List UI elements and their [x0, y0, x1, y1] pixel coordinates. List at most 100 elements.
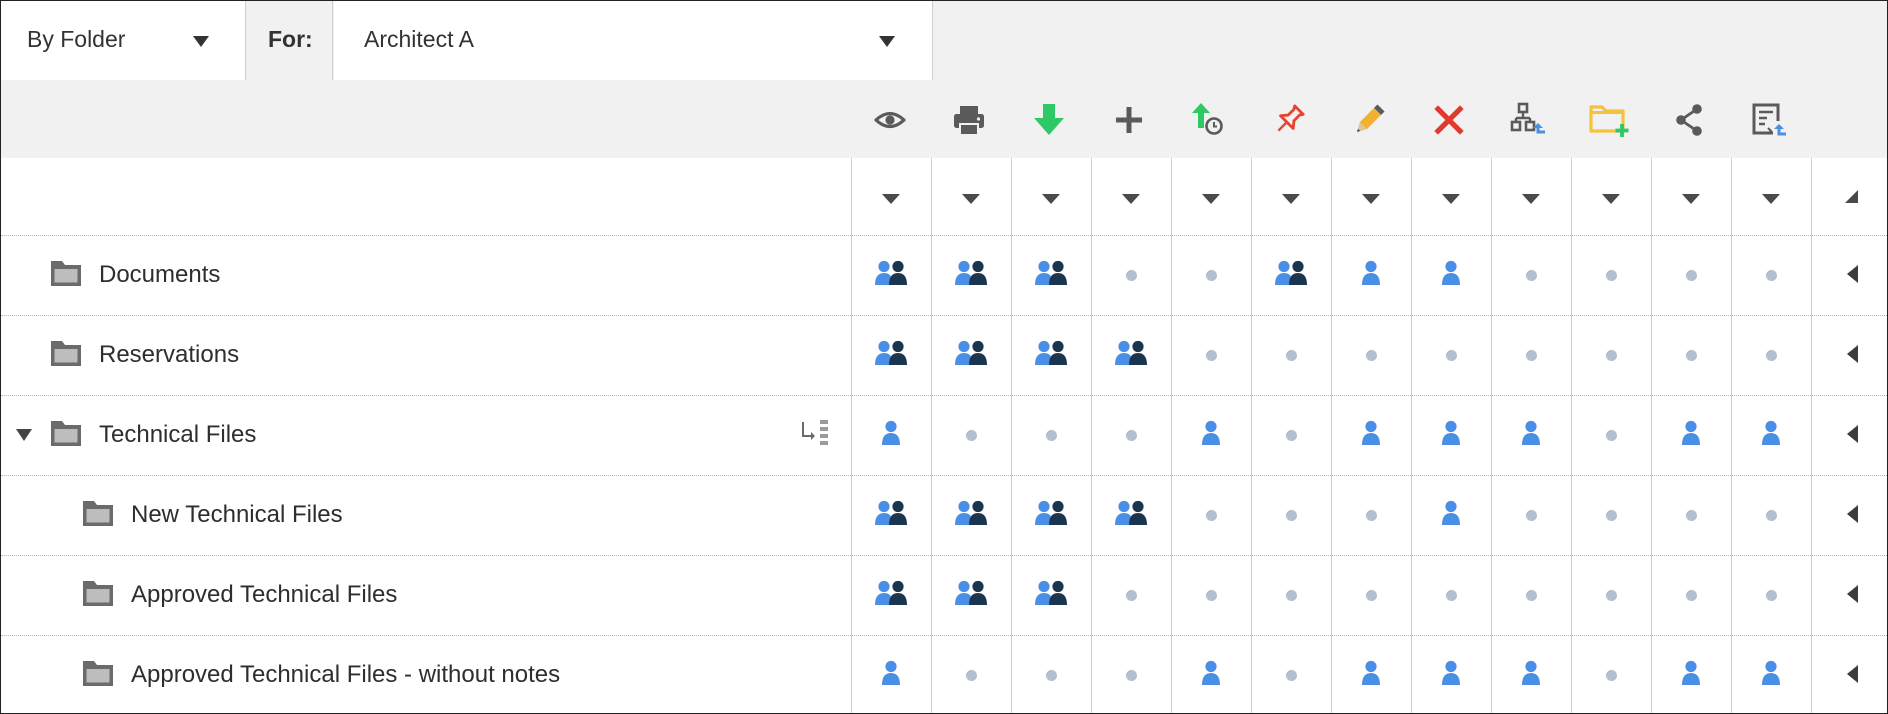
permission-cell[interactable]: [1571, 315, 1651, 395]
permission-cell[interactable]: [1251, 235, 1331, 315]
permission-cell[interactable]: [1251, 635, 1331, 713]
permission-cell[interactable]: [1011, 475, 1091, 555]
permission-cell[interactable]: [1571, 475, 1651, 555]
permission-cell[interactable]: [1331, 315, 1411, 395]
permission-cell[interactable]: [1171, 475, 1251, 555]
permission-cell[interactable]: [1571, 555, 1651, 635]
folder-label[interactable]: Documents: [49, 235, 220, 315]
print-icon[interactable]: [947, 98, 991, 142]
row-collapse-arrow-icon[interactable]: [1847, 345, 1858, 363]
permission-cell[interactable]: [1011, 235, 1091, 315]
permission-cell[interactable]: [1731, 475, 1811, 555]
new-folder-icon[interactable]: [1587, 98, 1631, 142]
permission-cell[interactable]: [1091, 315, 1171, 395]
permission-cell[interactable]: [1571, 235, 1651, 315]
user-select[interactable]: Architect A: [334, 1, 933, 80]
permission-cell[interactable]: [1651, 315, 1731, 395]
permission-cell[interactable]: [1411, 475, 1491, 555]
permission-cell[interactable]: [1651, 235, 1731, 315]
permission-cell[interactable]: [931, 395, 1011, 475]
share-icon[interactable]: [1667, 98, 1711, 142]
permission-cell[interactable]: [1411, 555, 1491, 635]
permission-cell[interactable]: [1331, 555, 1411, 635]
row-collapse-arrow-icon[interactable]: [1847, 505, 1858, 523]
permission-cell[interactable]: [1731, 555, 1811, 635]
view-mode-select[interactable]: By Folder: [1, 1, 246, 80]
permission-cell[interactable]: [1731, 635, 1811, 713]
column-menu-caret-icon[interactable]: [962, 194, 980, 204]
column-menu-caret-icon[interactable]: [1522, 194, 1540, 204]
permission-cell[interactable]: [1651, 555, 1731, 635]
folder-label[interactable]: Technical Files: [49, 395, 256, 475]
permission-cell[interactable]: [851, 315, 931, 395]
edit-icon[interactable]: [1347, 98, 1391, 142]
workflow-icon[interactable]: [1507, 98, 1551, 142]
permission-cell[interactable]: [931, 635, 1011, 713]
permission-cell[interactable]: [1171, 395, 1251, 475]
permission-cell[interactable]: [1331, 635, 1411, 713]
permission-cell[interactable]: [1091, 395, 1171, 475]
permission-cell[interactable]: [1011, 635, 1091, 713]
column-menu-caret-icon[interactable]: [1682, 194, 1700, 204]
permission-cell[interactable]: [1571, 635, 1651, 713]
column-menu-caret-icon[interactable]: [1442, 194, 1460, 204]
permission-cell[interactable]: [1251, 395, 1331, 475]
expand-columns-icon[interactable]: [1845, 190, 1858, 203]
permission-cell[interactable]: [1171, 555, 1251, 635]
permission-cell[interactable]: [1491, 315, 1571, 395]
permission-cell[interactable]: [1171, 235, 1251, 315]
permission-cell[interactable]: [1491, 475, 1571, 555]
eye-icon[interactable]: [868, 98, 912, 142]
delete-icon[interactable]: [1427, 98, 1471, 142]
permission-cell[interactable]: [1491, 555, 1571, 635]
permission-cell[interactable]: [1331, 475, 1411, 555]
permission-cell[interactable]: [931, 475, 1011, 555]
folder-label[interactable]: Approved Technical Files: [81, 555, 397, 635]
folder-label[interactable]: Reservations: [49, 315, 239, 395]
permission-cell[interactable]: [851, 635, 931, 713]
permission-cell[interactable]: [1331, 235, 1411, 315]
column-menu-caret-icon[interactable]: [1362, 194, 1380, 204]
permission-cell[interactable]: [1491, 635, 1571, 713]
permission-cell[interactable]: [931, 555, 1011, 635]
column-menu-caret-icon[interactable]: [1602, 194, 1620, 204]
column-menu-caret-icon[interactable]: [1202, 194, 1220, 204]
row-collapse-arrow-icon[interactable]: [1847, 265, 1858, 283]
permission-cell[interactable]: [1491, 235, 1571, 315]
revision-icon[interactable]: [1747, 98, 1791, 142]
permission-cell[interactable]: [1091, 235, 1171, 315]
pin-icon[interactable]: [1267, 98, 1311, 142]
column-menu-caret-icon[interactable]: [1042, 194, 1060, 204]
row-collapse-arrow-icon[interactable]: [1847, 585, 1858, 603]
permission-cell[interactable]: [1011, 395, 1091, 475]
folder-label[interactable]: Approved Technical Files - without notes: [81, 635, 560, 713]
permission-cell[interactable]: [851, 395, 931, 475]
column-menu-caret-icon[interactable]: [882, 194, 900, 204]
permission-cell[interactable]: [1011, 315, 1091, 395]
permission-cell[interactable]: [1171, 315, 1251, 395]
permission-cell[interactable]: [1651, 475, 1731, 555]
row-collapse-arrow-icon[interactable]: [1847, 665, 1858, 683]
permission-cell[interactable]: [1171, 635, 1251, 713]
permission-cell[interactable]: [1411, 395, 1491, 475]
permission-cell[interactable]: [931, 235, 1011, 315]
column-menu-caret-icon[interactable]: [1282, 194, 1300, 204]
inherit-subfolders-icon[interactable]: [799, 416, 833, 452]
permission-cell[interactable]: [1571, 395, 1651, 475]
permission-cell[interactable]: [1651, 395, 1731, 475]
permission-cell[interactable]: [1011, 555, 1091, 635]
permission-cell[interactable]: [851, 235, 931, 315]
permission-cell[interactable]: [931, 315, 1011, 395]
permission-cell[interactable]: [1491, 395, 1571, 475]
permission-cell[interactable]: [851, 555, 931, 635]
expand-toggle-icon[interactable]: [16, 429, 32, 441]
permission-cell[interactable]: [1091, 475, 1171, 555]
permission-cell[interactable]: [1731, 395, 1811, 475]
permission-cell[interactable]: [1411, 315, 1491, 395]
folder-label[interactable]: New Technical Files: [81, 475, 343, 555]
download-icon[interactable]: [1027, 98, 1071, 142]
permission-cell[interactable]: [1411, 635, 1491, 713]
row-collapse-arrow-icon[interactable]: [1847, 425, 1858, 443]
permission-cell[interactable]: [851, 475, 931, 555]
permission-cell[interactable]: [1091, 555, 1171, 635]
